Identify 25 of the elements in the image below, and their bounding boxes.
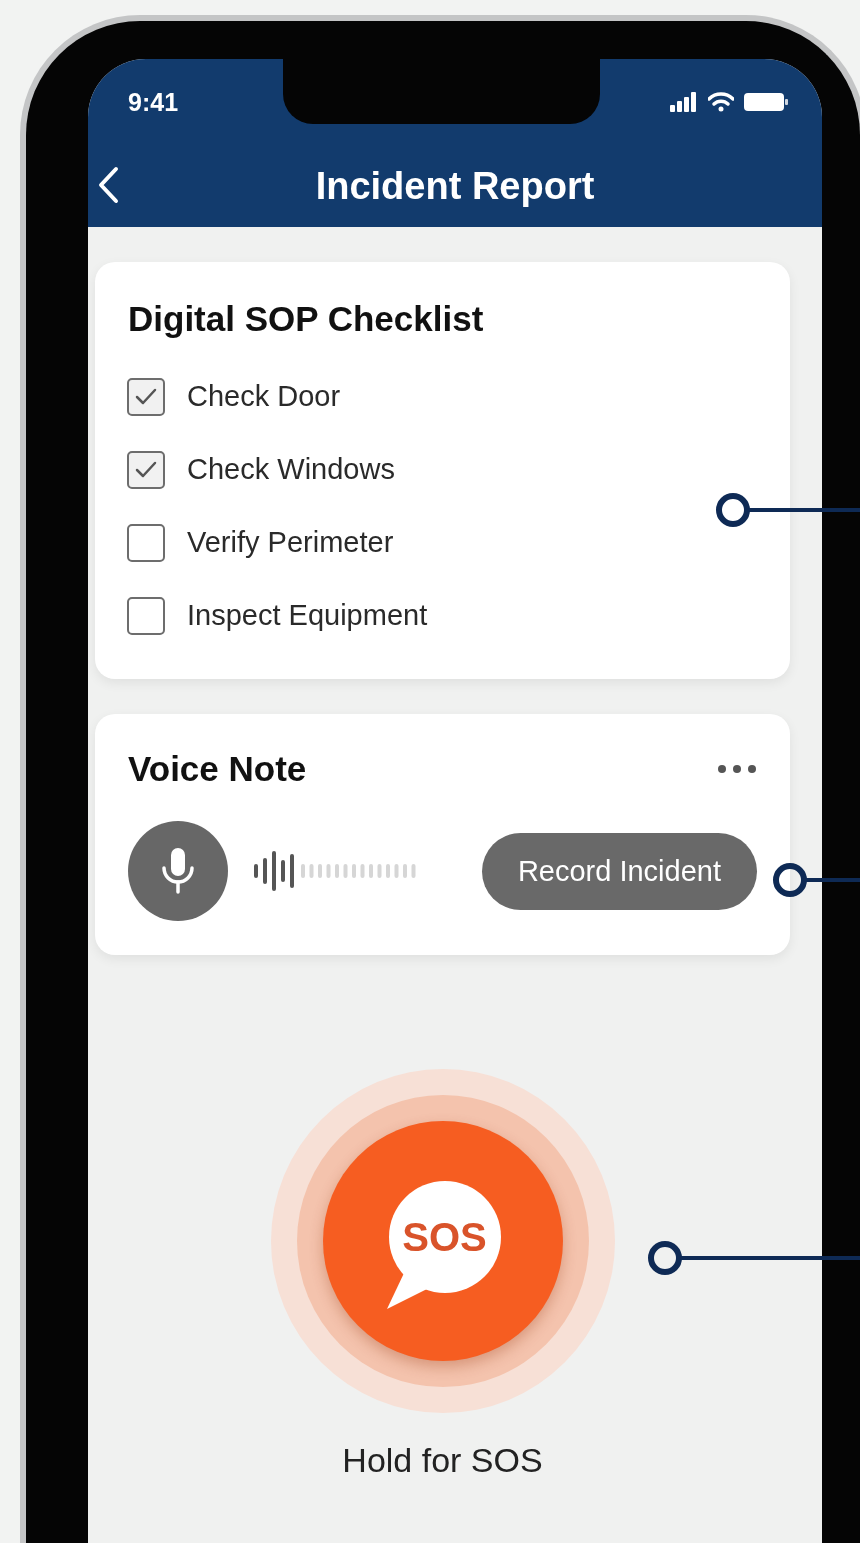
speech-bubble-icon: [386, 1181, 501, 1309]
wifi-icon: [708, 92, 734, 112]
status-time: 9:41: [128, 87, 179, 117]
signal-icon: [670, 92, 698, 112]
card-title: Digital SOP Checklist: [128, 298, 485, 340]
back-chevron-icon: [97, 166, 119, 204]
checklist-item-label: Check Door: [187, 380, 341, 413]
screen-title: Incident Report: [315, 164, 595, 208]
checkbox[interactable]: [127, 596, 165, 635]
more-icon[interactable]: [717, 764, 757, 774]
checklist-item-label: Verify Perimeter: [187, 526, 394, 559]
sos-label: SOS: [402, 1215, 487, 1259]
check-icon: [134, 459, 158, 480]
checkbox[interactable]: [127, 377, 165, 416]
microphone-icon: [160, 846, 196, 896]
checkbox[interactable]: [127, 523, 165, 562]
check-icon: [134, 386, 158, 407]
sos-caption: Hold for SOS: [342, 1440, 543, 1480]
battery-icon: [744, 93, 788, 111]
checkbox[interactable]: [127, 450, 165, 489]
record-incident-button[interactable]: Record Incident: [481, 832, 757, 910]
sos-button[interactable]: SOS: [322, 1121, 563, 1361]
checklist-item-label: Inspect Equipment: [187, 599, 428, 632]
card-title: Voice Note: [128, 748, 307, 790]
checklist-item-label: Check Windows: [187, 453, 395, 486]
